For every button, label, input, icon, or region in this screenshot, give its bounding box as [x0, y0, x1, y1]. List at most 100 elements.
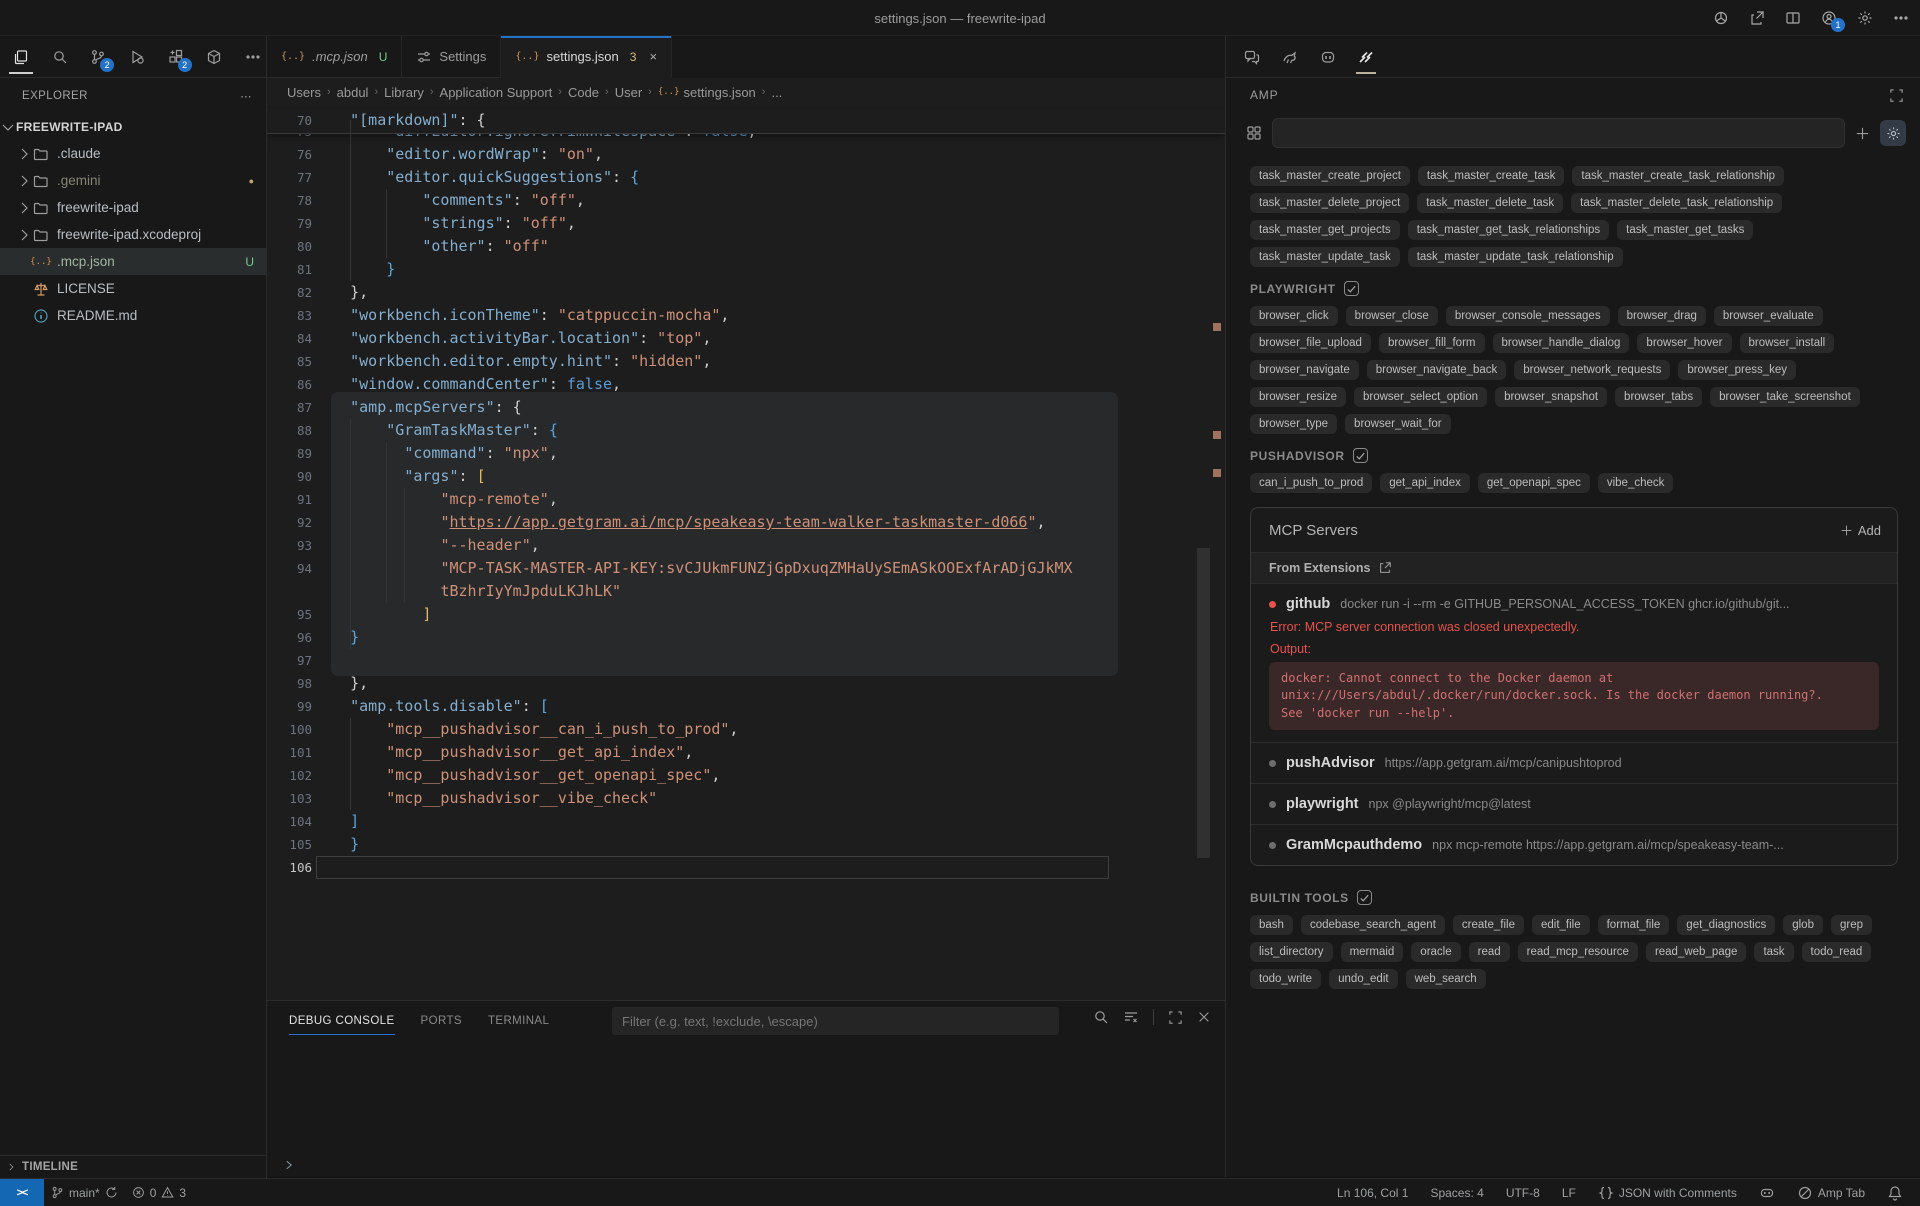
source-control-icon[interactable]: 2	[85, 40, 111, 74]
share-icon[interactable]	[1748, 9, 1766, 27]
breadcrumb-item[interactable]: settings.json	[684, 85, 756, 100]
amp-settings-gear-icon[interactable]	[1880, 120, 1906, 146]
tree-item--mcp-json[interactable]: {..}.mcp.jsonU	[0, 248, 266, 275]
mcp-server-GramMcpauthdemo[interactable]: GramMcpauthdemonpx mcp-remote https://ap…	[1251, 825, 1897, 865]
tool-chip-browser_wait_for[interactable]: browser_wait_for	[1345, 414, 1451, 434]
status-amp-tab[interactable]: Amp Tab	[1790, 1179, 1872, 1206]
tool-chip-task_master_delete_project[interactable]: task_master_delete_project	[1250, 193, 1409, 213]
editor-scrollbar[interactable]	[1197, 548, 1210, 858]
tool-chip-browser_network_requests[interactable]: browser_network_requests	[1514, 360, 1670, 380]
tool-chip-undo_edit[interactable]: undo_edit	[1329, 969, 1398, 989]
debug-console-prompt-icon[interactable]	[283, 1159, 295, 1171]
tool-chip-task_master_get_task_relationships[interactable]: task_master_get_task_relationships	[1408, 220, 1609, 240]
status-utf-8[interactable]: UTF-8	[1499, 1179, 1547, 1206]
tool-chip-task_master_create_project[interactable]: task_master_create_project	[1250, 166, 1410, 186]
tool-chip-grep[interactable]: grep	[1831, 915, 1872, 935]
checkbox-checked-icon[interactable]	[1357, 890, 1372, 905]
robot-icon[interactable]	[1316, 40, 1340, 74]
split-editor-icon[interactable]	[1784, 9, 1802, 27]
tool-chip-task_master_delete_task_relationship[interactable]: task_master_delete_task_relationship	[1571, 193, 1782, 213]
tool-chip-browser_drag[interactable]: browser_drag	[1618, 306, 1706, 326]
tool-chip-vibe_check[interactable]: vibe_check	[1598, 473, 1674, 493]
tool-chip-mermaid[interactable]: mermaid	[1341, 942, 1404, 962]
tool-chip-create_file[interactable]: create_file	[1453, 915, 1524, 935]
tool-chip-get_openapi_spec[interactable]: get_openapi_spec	[1478, 473, 1590, 493]
tool-chip-browser_install[interactable]: browser_install	[1740, 333, 1835, 353]
tool-chip-browser_take_screenshot[interactable]: browser_take_screenshot	[1710, 387, 1860, 407]
tree-item-LICENSE[interactable]: LICENSE	[0, 275, 266, 302]
status-ln-106-col-1[interactable]: Ln 106, Col 1	[1330, 1179, 1415, 1206]
tool-chip-browser_press_key[interactable]: browser_press_key	[1678, 360, 1796, 380]
more-icon[interactable]	[240, 40, 266, 74]
close-panel-icon[interactable]	[1197, 1010, 1211, 1024]
more-icon[interactable]	[1892, 9, 1910, 27]
tool-chip-task_master_get_projects[interactable]: task_master_get_projects	[1250, 220, 1400, 240]
tool-chip-browser_console_messages[interactable]: browser_console_messages	[1446, 306, 1610, 326]
tool-chip-codebase_search_agent[interactable]: codebase_search_agent	[1301, 915, 1445, 935]
tool-chip-browser_type[interactable]: browser_type	[1250, 414, 1337, 434]
status-bell[interactable]	[1880, 1179, 1910, 1206]
tool-chip-task_master_update_task[interactable]: task_master_update_task	[1250, 247, 1400, 267]
breadcrumb-item[interactable]: ...	[771, 85, 782, 100]
tab-Settings[interactable]: Settings	[402, 36, 501, 78]
tool-chip-browser_file_upload[interactable]: browser_file_upload	[1250, 333, 1371, 353]
close-tab-icon[interactable]: ×	[649, 49, 657, 64]
breadcrumb-item[interactable]: Users	[287, 85, 321, 100]
tool-chip-oracle[interactable]: oracle	[1411, 942, 1460, 962]
tool-chip-browser_handle_dialog[interactable]: browser_handle_dialog	[1493, 333, 1630, 353]
filter-lines-icon[interactable]	[1123, 1009, 1139, 1025]
assistant-icon[interactable]	[1712, 9, 1730, 27]
code-link[interactable]: https://app.getgram.ai/mcp/speakeasy-tea…	[449, 513, 1027, 531]
tool-chip-browser_navigate_back[interactable]: browser_navigate_back	[1367, 360, 1506, 380]
settings-gear-icon[interactable]	[1856, 9, 1874, 27]
grid-icon[interactable]	[1246, 125, 1262, 141]
tool-chip-browser_resize[interactable]: browser_resize	[1250, 387, 1346, 407]
comments-icon[interactable]	[1240, 40, 1264, 74]
mcp-add-button[interactable]: Add	[1840, 523, 1881, 538]
panel-tab-ports[interactable]: PORTS	[421, 1001, 462, 1041]
account-icon[interactable]: 1	[1820, 9, 1838, 27]
tool-chip-list_directory[interactable]: list_directory	[1250, 942, 1333, 962]
amp-prompt-input[interactable]	[1272, 118, 1845, 148]
add-icon[interactable]	[1855, 126, 1870, 141]
tool-chip-todo_read[interactable]: todo_read	[1802, 942, 1872, 962]
panel-tab-debug-console[interactable]: DEBUG CONSOLE	[289, 1001, 395, 1041]
tool-chip-web_search[interactable]: web_search	[1406, 969, 1486, 989]
tool-chip-browser_snapshot[interactable]: browser_snapshot	[1495, 387, 1607, 407]
tool-chip-todo_write[interactable]: todo_write	[1250, 969, 1321, 989]
status-copilot[interactable]	[1752, 1179, 1782, 1206]
more-actions-icon[interactable]: ⋯	[240, 89, 252, 103]
tool-chip-read_web_page[interactable]: read_web_page	[1646, 942, 1747, 962]
mcp-server-pushAdvisor[interactable]: pushAdvisorhttps://app.getgram.ai/mcp/ca…	[1251, 743, 1897, 784]
code-editor[interactable]: Users›abdul›Library›Application Support›…	[267, 78, 1225, 1000]
breadcrumb-item[interactable]: abdul	[337, 85, 369, 100]
timeline-section[interactable]: TIMELINE	[0, 1155, 267, 1178]
breadcrumb-item[interactable]: User	[615, 85, 642, 100]
code-area[interactable]: 75 "diffEditor.ignoreTrimWhitespace": fa…	[267, 106, 1225, 1000]
tool-chip-format_file[interactable]: format_file	[1598, 915, 1670, 935]
tool-chip-browser_close[interactable]: browser_close	[1346, 306, 1438, 326]
tree-root-freewrite-ipad[interactable]: FREEWRITE-IPAD	[0, 114, 266, 140]
tool-chip-task_master_create_task_relationship[interactable]: task_master_create_task_relationship	[1572, 166, 1784, 186]
tool-chip-get_diagnostics[interactable]: get_diagnostics	[1677, 915, 1775, 935]
mcp-from-extensions-row[interactable]: From Extensions	[1251, 552, 1897, 584]
debug-filter-input[interactable]	[612, 1007, 1059, 1035]
run-debug-icon[interactable]	[124, 40, 150, 74]
tool-chip-bash[interactable]: bash	[1250, 915, 1293, 935]
tool-chip-task_master_update_task_relationship[interactable]: task_master_update_task_relationship	[1408, 247, 1623, 267]
tree-item-freewrite-ipad[interactable]: freewrite-ipad	[0, 194, 266, 221]
panel-tab-terminal[interactable]: TERMINAL	[488, 1001, 549, 1041]
tool-chip-browser_tabs[interactable]: browser_tabs	[1615, 387, 1702, 407]
problems-status[interactable]: 0 3	[125, 1179, 193, 1206]
tool-chip-edit_file[interactable]: edit_file	[1532, 915, 1590, 935]
tool-chip-get_api_index[interactable]: get_api_index	[1380, 473, 1470, 493]
tool-chip-read_mcp_resource[interactable]: read_mcp_resource	[1518, 942, 1638, 962]
status-json-with-comments[interactable]: JSON with Comments	[1591, 1179, 1744, 1206]
tool-chip-browser_evaluate[interactable]: browser_evaluate	[1714, 306, 1823, 326]
tool-chip-browser_hover[interactable]: browser_hover	[1637, 333, 1731, 353]
maximize-panel-icon[interactable]	[1168, 1010, 1183, 1025]
search-icon[interactable]	[1093, 1009, 1109, 1025]
tool-chip-browser_select_option[interactable]: browser_select_option	[1354, 387, 1487, 407]
tree-item-freewrite-ipad-xcodeproj[interactable]: freewrite-ipad.xcodeproj	[0, 221, 266, 248]
checkbox-checked-icon[interactable]	[1344, 281, 1359, 296]
